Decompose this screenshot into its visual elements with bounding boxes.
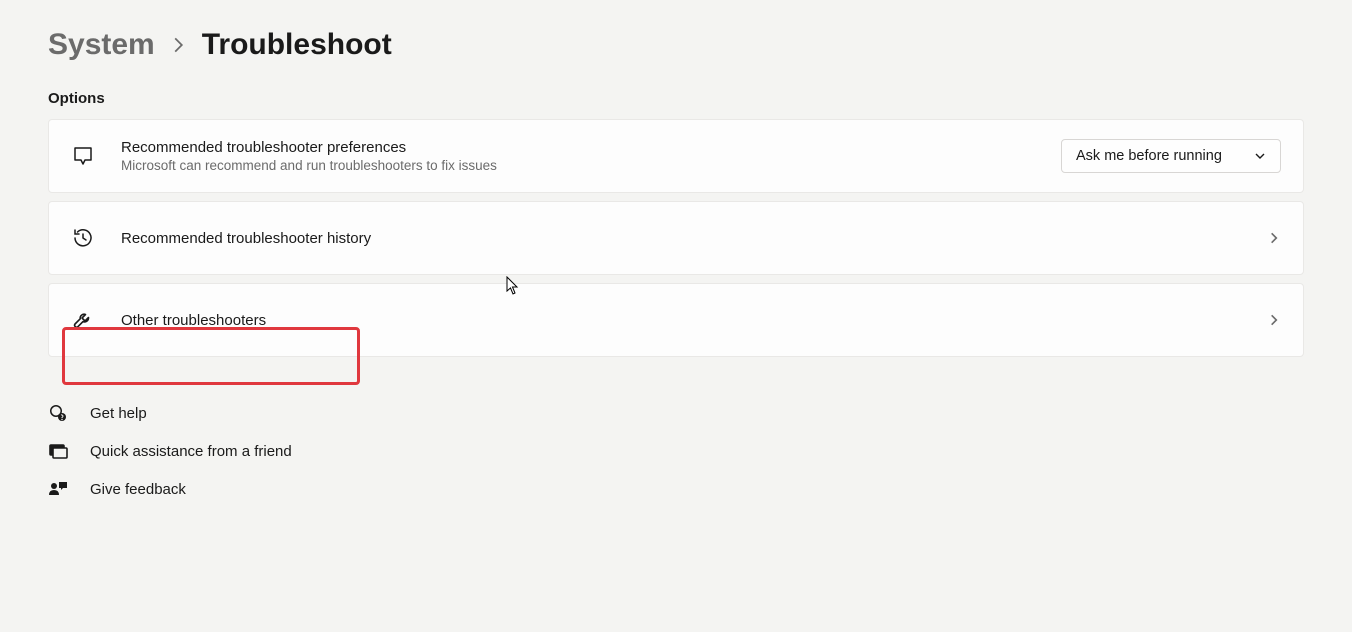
chevron-right-icon — [1267, 231, 1281, 245]
dropdown-value: Ask me before running — [1076, 148, 1222, 164]
chat-icon — [71, 144, 121, 168]
breadcrumb: System Troubleshoot — [48, 28, 1304, 62]
link-label: Get help — [90, 405, 147, 422]
help-icon — [48, 403, 68, 423]
preferences-dropdown[interactable]: Ask me before running — [1061, 139, 1281, 173]
wrench-icon — [71, 308, 121, 332]
feedback-icon — [48, 479, 68, 499]
chevron-right-icon — [173, 36, 184, 54]
chevron-right-icon — [1267, 313, 1281, 327]
link-label: Give feedback — [90, 481, 186, 498]
card-title: Other troubleshooters — [121, 312, 1267, 329]
card-title: Recommended troubleshooter preferences — [121, 139, 1061, 156]
breadcrumb-parent[interactable]: System — [48, 28, 155, 62]
card-troubleshooter-history[interactable]: Recommended troubleshooter history — [48, 201, 1304, 275]
link-give-feedback[interactable]: Give feedback — [48, 479, 1304, 499]
card-description: Microsoft can recommend and run troubles… — [121, 158, 1061, 173]
monitor-icon — [48, 441, 68, 461]
page-title: Troubleshoot — [202, 28, 392, 62]
chevron-down-icon — [1254, 150, 1266, 162]
link-label: Quick assistance from a friend — [90, 443, 292, 460]
card-title: Recommended troubleshooter history — [121, 230, 1267, 247]
help-links: Get help Quick assistance from a friend … — [48, 403, 1304, 499]
link-get-help[interactable]: Get help — [48, 403, 1304, 423]
card-other-troubleshooters[interactable]: Other troubleshooters — [48, 283, 1304, 357]
section-header-options: Options — [48, 90, 1304, 107]
link-quick-assist[interactable]: Quick assistance from a friend — [48, 441, 1304, 461]
history-icon — [71, 226, 121, 250]
card-troubleshooter-preferences[interactable]: Recommended troubleshooter preferences M… — [48, 119, 1304, 193]
